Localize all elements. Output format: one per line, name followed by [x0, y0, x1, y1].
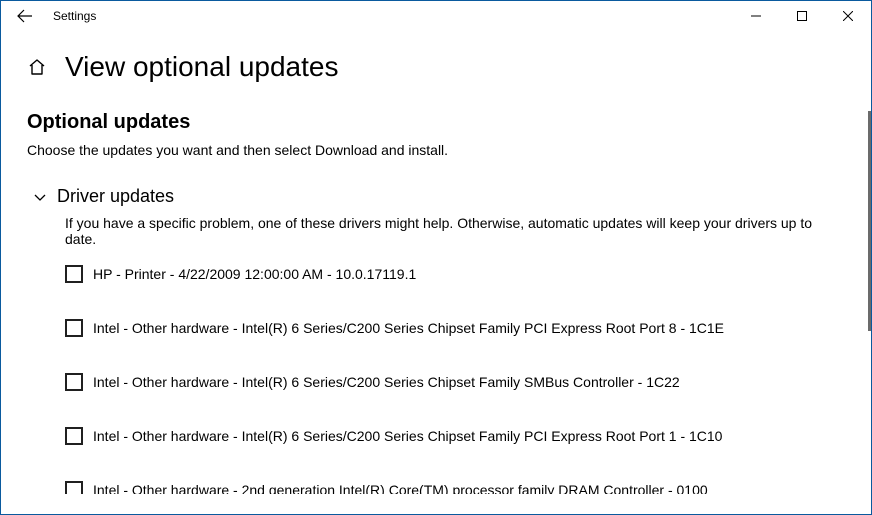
- titlebar: Settings: [1, 1, 871, 31]
- driver-updates-expander[interactable]: Driver updates: [33, 186, 845, 207]
- scrollbar[interactable]: [868, 111, 871, 331]
- minimize-icon: [751, 11, 761, 21]
- list-item[interactable]: Intel - Other hardware - Intel(R) 6 Seri…: [65, 373, 845, 391]
- home-button[interactable]: [27, 57, 47, 77]
- page-header: View optional updates: [1, 31, 871, 91]
- checkbox[interactable]: [65, 265, 83, 283]
- back-button[interactable]: [9, 1, 41, 31]
- chevron-down-icon: [33, 190, 47, 204]
- maximize-icon: [797, 11, 807, 21]
- window-controls: [733, 1, 871, 31]
- list-item[interactable]: Intel - Other hardware - Intel(R) 6 Seri…: [65, 319, 845, 337]
- home-icon: [27, 57, 47, 77]
- maximize-button[interactable]: [779, 1, 825, 31]
- close-button[interactable]: [825, 1, 871, 31]
- checkbox[interactable]: [65, 481, 83, 494]
- list-item[interactable]: HP - Printer - 4/22/2009 12:00:00 AM - 1…: [65, 265, 845, 283]
- update-label: HP - Printer - 4/22/2009 12:00:00 AM - 1…: [93, 266, 416, 282]
- app-title: Settings: [53, 9, 96, 23]
- expander-description: If you have a specific problem, one of t…: [65, 215, 845, 247]
- list-item[interactable]: Intel - Other hardware - 2nd generation …: [65, 481, 845, 494]
- update-label: Intel - Other hardware - 2nd generation …: [93, 482, 708, 494]
- list-item[interactable]: Intel - Other hardware - Intel(R) 6 Seri…: [65, 427, 845, 445]
- update-label: Intel - Other hardware - Intel(R) 6 Seri…: [93, 428, 722, 444]
- checkbox[interactable]: [65, 319, 83, 337]
- update-list: HP - Printer - 4/22/2009 12:00:00 AM - 1…: [65, 265, 845, 494]
- update-label: Intel - Other hardware - Intel(R) 6 Seri…: [93, 374, 680, 390]
- update-label: Intel - Other hardware - Intel(R) 6 Seri…: [93, 320, 724, 336]
- close-icon: [843, 11, 853, 21]
- section-title: Optional updates: [27, 111, 845, 134]
- content-area: Optional updates Choose the updates you …: [1, 91, 871, 494]
- section-subtext: Choose the updates you want and then sel…: [27, 142, 845, 158]
- page-title: View optional updates: [65, 51, 338, 83]
- minimize-button[interactable]: [733, 1, 779, 31]
- checkbox[interactable]: [65, 373, 83, 391]
- checkbox[interactable]: [65, 427, 83, 445]
- arrow-left-icon: [17, 8, 33, 24]
- expander-label: Driver updates: [57, 186, 174, 207]
